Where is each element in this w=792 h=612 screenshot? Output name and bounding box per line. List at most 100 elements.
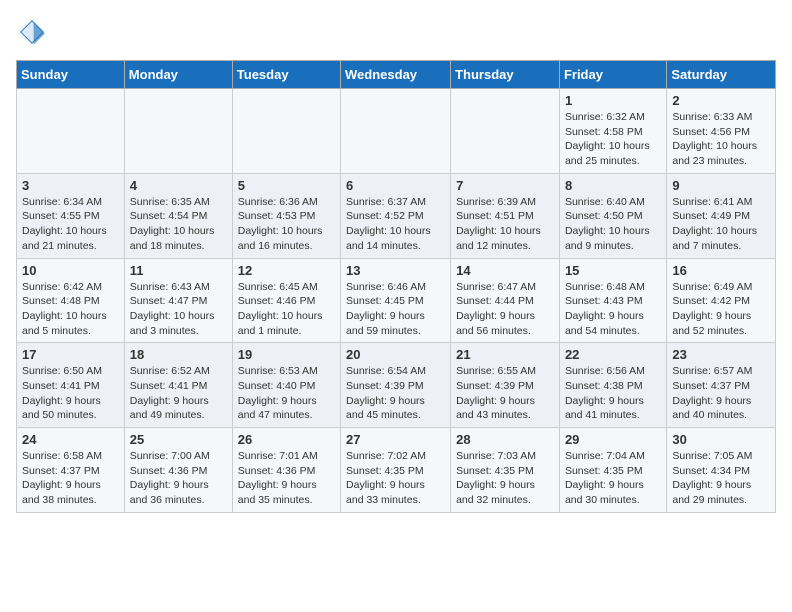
calendar-cell: 1 Sunrise: 6:32 AM Sunset: 4:58 PM Daylig… [559,89,666,174]
day-number: 6 [346,178,445,193]
calendar-header-row: SundayMondayTuesdayWednesdayThursdayFrid… [17,61,776,89]
calendar-cell: 14 Sunrise: 6:47 AM Sunset: 4:44 PM Dayli… [451,258,560,343]
calendar-cell: 17 Sunrise: 6:50 AM Sunset: 4:41 PM Dayli… [17,343,125,428]
day-number: 7 [456,178,554,193]
calendar-cell: 22Sunrise: 6:56 AM Sunset: 4:38 PM Dayli… [559,343,666,428]
day-number: 26 [238,432,335,447]
column-header-friday: Friday [559,61,666,89]
calendar-cell: 18Sunrise: 6:52 AM Sunset: 4:41 PM Dayli… [124,343,232,428]
calendar-cell: 20Sunrise: 6:54 AM Sunset: 4:39 PM Dayli… [341,343,451,428]
day-info: Sunrise: 7:02 AM Sunset: 4:35 PM Dayligh… [346,449,445,508]
day-info: Sunrise: 7:01 AM Sunset: 4:36 PM Dayligh… [238,449,335,508]
calendar-week-row: 24Sunrise: 6:58 AM Sunset: 4:37 PM Dayli… [17,428,776,513]
day-info: Sunrise: 6:41 AM Sunset: 4:49 PM Dayligh… [672,195,770,254]
day-number: 14 [456,263,554,278]
day-info: Sunrise: 6:57 AM Sunset: 4:37 PM Dayligh… [672,364,770,423]
logo-icon [16,16,48,48]
day-info: Sunrise: 6:34 AM Sunset: 4:55 PM Dayligh… [22,195,119,254]
calendar-cell: 9 Sunrise: 6:41 AM Sunset: 4:49 PM Daylig… [667,173,776,258]
day-info: Sunrise: 7:05 AM Sunset: 4:34 PM Dayligh… [672,449,770,508]
day-number: 15 [565,263,661,278]
calendar-cell: 19 Sunrise: 6:53 AM Sunset: 4:40 PM Dayli… [232,343,340,428]
day-number: 13 [346,263,445,278]
calendar-cell: 15 Sunrise: 6:48 AM Sunset: 4:43 PM Dayli… [559,258,666,343]
calendar-cell: 12Sunrise: 6:45 AM Sunset: 4:46 PM Dayli… [232,258,340,343]
day-number: 24 [22,432,119,447]
day-number: 19 [238,347,335,362]
calendar-cell: 28 Sunrise: 7:03 AM Sunset: 4:35 PM Dayli… [451,428,560,513]
calendar-cell: 23 Sunrise: 6:57 AM Sunset: 4:37 PM Dayli… [667,343,776,428]
calendar-cell [341,89,451,174]
day-number: 18 [130,347,227,362]
day-number: 27 [346,432,445,447]
day-number: 17 [22,347,119,362]
day-info: Sunrise: 6:48 AM Sunset: 4:43 PM Dayligh… [565,280,661,339]
day-number: 20 [346,347,445,362]
calendar-week-row: 10 Sunrise: 6:42 AM Sunset: 4:48 PM Dayli… [17,258,776,343]
calendar-week-row: 17 Sunrise: 6:50 AM Sunset: 4:41 PM Dayli… [17,343,776,428]
day-number: 2 [672,93,770,108]
day-info: Sunrise: 7:00 AM Sunset: 4:36 PM Dayligh… [130,449,227,508]
day-info: Sunrise: 6:36 AM Sunset: 4:53 PM Dayligh… [238,195,335,254]
page-header [16,16,776,48]
day-info: Sunrise: 6:45 AM Sunset: 4:46 PM Dayligh… [238,280,335,339]
day-info: Sunrise: 6:49 AM Sunset: 4:42 PM Dayligh… [672,280,770,339]
day-info: Sunrise: 7:03 AM Sunset: 4:35 PM Dayligh… [456,449,554,508]
day-info: Sunrise: 6:47 AM Sunset: 4:44 PM Dayligh… [456,280,554,339]
day-info: Sunrise: 6:40 AM Sunset: 4:50 PM Dayligh… [565,195,661,254]
day-info: Sunrise: 6:43 AM Sunset: 4:47 PM Dayligh… [130,280,227,339]
calendar-cell: 26 Sunrise: 7:01 AM Sunset: 4:36 PM Dayli… [232,428,340,513]
day-number: 11 [130,263,227,278]
day-number: 3 [22,178,119,193]
day-number: 28 [456,432,554,447]
calendar-cell [451,89,560,174]
day-number: 4 [130,178,227,193]
logo [16,16,52,48]
calendar-cell: 30 Sunrise: 7:05 AM Sunset: 4:34 PM Dayli… [667,428,776,513]
day-number: 21 [456,347,554,362]
calendar-cell: 21 Sunrise: 6:55 AM Sunset: 4:39 PM Dayli… [451,343,560,428]
day-info: Sunrise: 6:50 AM Sunset: 4:41 PM Dayligh… [22,364,119,423]
day-number: 8 [565,178,661,193]
calendar-cell: 24Sunrise: 6:58 AM Sunset: 4:37 PM Dayli… [17,428,125,513]
day-info: Sunrise: 6:53 AM Sunset: 4:40 PM Dayligh… [238,364,335,423]
day-number: 29 [565,432,661,447]
day-number: 22 [565,347,661,362]
column-header-wednesday: Wednesday [341,61,451,89]
calendar-cell [17,89,125,174]
day-info: Sunrise: 6:37 AM Sunset: 4:52 PM Dayligh… [346,195,445,254]
day-number: 9 [672,178,770,193]
day-info: Sunrise: 6:46 AM Sunset: 4:45 PM Dayligh… [346,280,445,339]
day-number: 5 [238,178,335,193]
column-header-saturday: Saturday [667,61,776,89]
day-number: 30 [672,432,770,447]
calendar-cell: 13 Sunrise: 6:46 AM Sunset: 4:45 PM Dayli… [341,258,451,343]
day-number: 16 [672,263,770,278]
day-info: Sunrise: 6:42 AM Sunset: 4:48 PM Dayligh… [22,280,119,339]
column-header-thursday: Thursday [451,61,560,89]
day-info: Sunrise: 7:04 AM Sunset: 4:35 PM Dayligh… [565,449,661,508]
day-info: Sunrise: 6:32 AM Sunset: 4:58 PM Dayligh… [565,110,661,169]
day-number: 25 [130,432,227,447]
calendar-cell [232,89,340,174]
calendar-cell: 5 Sunrise: 6:36 AM Sunset: 4:53 PM Daylig… [232,173,340,258]
calendar-cell: 6 Sunrise: 6:37 AM Sunset: 4:52 PM Daylig… [341,173,451,258]
column-header-monday: Monday [124,61,232,89]
day-number: 10 [22,263,119,278]
day-info: Sunrise: 6:55 AM Sunset: 4:39 PM Dayligh… [456,364,554,423]
column-header-sunday: Sunday [17,61,125,89]
day-number: 23 [672,347,770,362]
day-info: Sunrise: 6:33 AM Sunset: 4:56 PM Dayligh… [672,110,770,169]
calendar-cell: 8 Sunrise: 6:40 AM Sunset: 4:50 PM Daylig… [559,173,666,258]
calendar-cell: 29 Sunrise: 7:04 AM Sunset: 4:35 PM Dayli… [559,428,666,513]
calendar-cell: 25 Sunrise: 7:00 AM Sunset: 4:36 PM Dayli… [124,428,232,513]
calendar-cell: 7Sunrise: 6:39 AM Sunset: 4:51 PM Daylig… [451,173,560,258]
day-number: 1 [565,93,661,108]
calendar-cell: 11 Sunrise: 6:43 AM Sunset: 4:47 PM Dayli… [124,258,232,343]
calendar-cell: 2 Sunrise: 6:33 AM Sunset: 4:56 PM Daylig… [667,89,776,174]
column-header-tuesday: Tuesday [232,61,340,89]
calendar-cell: 16 Sunrise: 6:49 AM Sunset: 4:42 PM Dayli… [667,258,776,343]
day-info: Sunrise: 6:35 AM Sunset: 4:54 PM Dayligh… [130,195,227,254]
calendar-cell: 27 Sunrise: 7:02 AM Sunset: 4:35 PM Dayli… [341,428,451,513]
calendar-table: SundayMondayTuesdayWednesdayThursdayFrid… [16,60,776,513]
